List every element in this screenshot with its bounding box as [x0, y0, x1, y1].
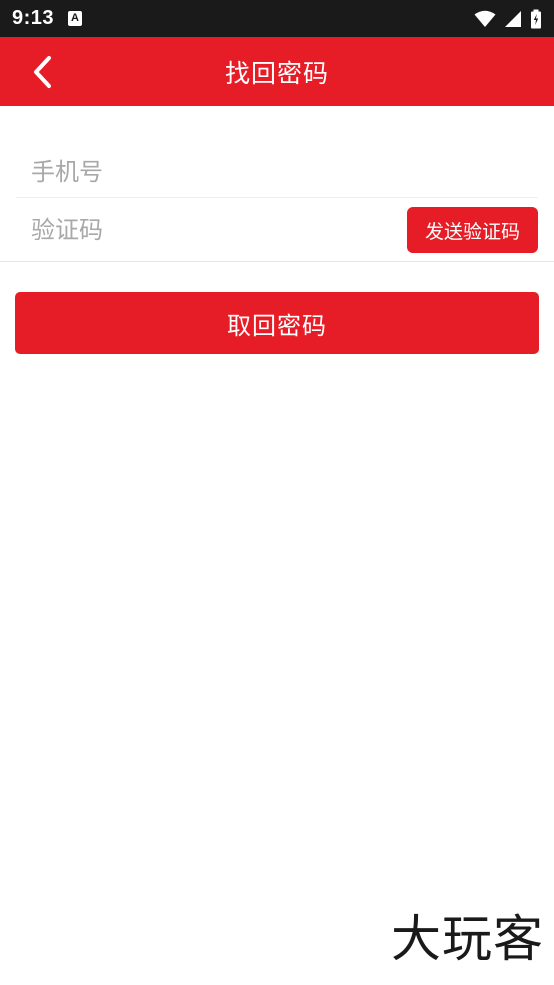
send-code-button[interactable]: 发送验证码	[407, 207, 538, 253]
chevron-left-icon	[34, 56, 51, 88]
page-title: 找回密码	[224, 58, 329, 88]
status-bar: 9:13 A	[0, 0, 554, 37]
watermark-logo: 大玩客	[391, 910, 544, 968]
wifi-icon	[474, 10, 496, 27]
cellular-signal-icon	[505, 10, 521, 27]
notification-a-icon: A	[68, 11, 83, 26]
section-divider	[0, 261, 554, 262]
app-bar: 找回密码	[0, 37, 554, 106]
status-time: 9:13	[12, 7, 55, 29]
verification-code-input[interactable]	[16, 216, 396, 244]
status-icons	[474, 9, 542, 29]
battery-icon	[531, 9, 541, 28]
recover-password-button[interactable]: 取回密码	[15, 292, 539, 354]
phone-input[interactable]	[16, 157, 538, 186]
back-button[interactable]	[22, 53, 62, 91]
phone-row	[16, 146, 538, 198]
code-row: 发送验证码	[16, 206, 538, 254]
